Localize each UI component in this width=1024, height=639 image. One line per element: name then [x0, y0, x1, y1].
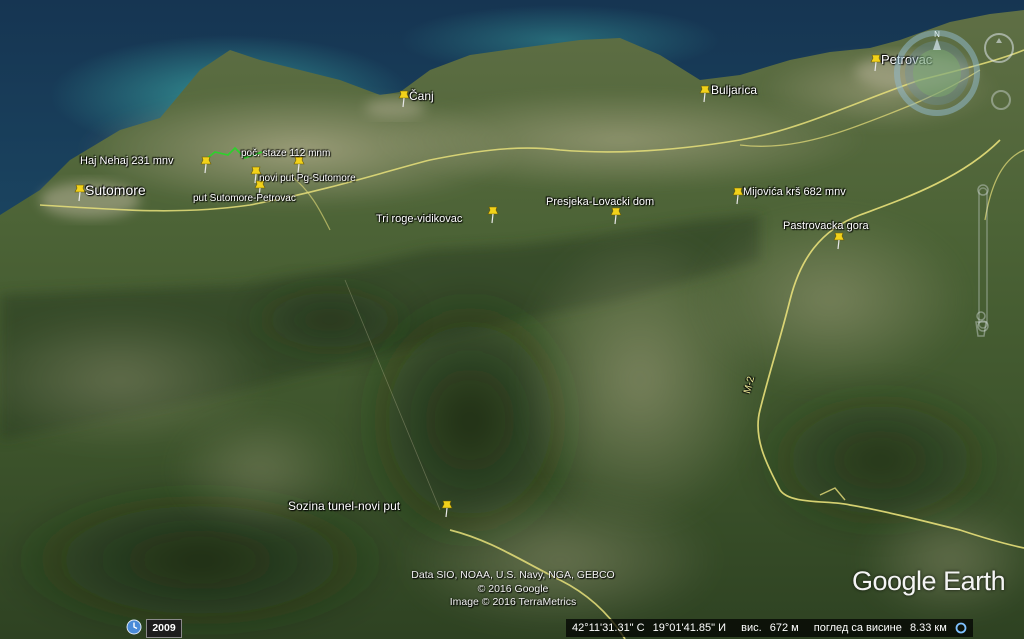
yellow-pushpin-icon[interactable]	[609, 207, 623, 225]
yellow-pushpin-icon[interactable]	[832, 232, 846, 250]
google-earth-logo: Google Earth	[852, 566, 1006, 596]
imagery-year[interactable]: 2009	[146, 619, 182, 638]
placemark-label-mijovica[interactable]: Mijovića krš 682 mnv	[743, 186, 846, 198]
elevation-label: вис.	[741, 622, 762, 634]
satellite-terrain	[0, 0, 1024, 639]
placemark-label-pastrovacka[interactable]: Pastrovacka gora	[783, 220, 869, 232]
eye-altitude-label: поглед са висине	[813, 622, 902, 634]
longitude-value: 19°01'41.85" И	[652, 622, 727, 634]
placemark-label-tri-roge[interactable]: Tri roge-vidikovac	[376, 213, 462, 225]
map-viewport[interactable]: Sutomore Haj Nehaj 231 mnv poč. staze 11…	[0, 0, 1024, 639]
street-view-pegman-icon[interactable]	[966, 310, 996, 340]
status-readout: 42°11'31.31" С 19°01'41.85" И вис. 672 м…	[566, 619, 973, 637]
imagery-credits: Data SIO, NOAA, U.S. Navy, NGA, GEBCO © …	[393, 569, 633, 610]
yellow-pushpin-icon[interactable]	[698, 85, 712, 103]
placemark-label-buljarica[interactable]: Buljarica	[711, 83, 757, 97]
yellow-pushpin-icon[interactable]	[199, 156, 213, 174]
clock-icon[interactable]	[126, 619, 142, 635]
placemark-label-poc-staze[interactable]: poč. staze 112 mnm	[241, 148, 330, 159]
placemark-label-canj[interactable]: Čanj	[409, 89, 434, 103]
placemark-label-presjeka[interactable]: Presjeka-Lovacki dom	[546, 196, 654, 208]
placemark-label-sozina[interactable]: Sozina tunel-novi put	[288, 499, 400, 513]
placemark-label-novi-put[interactable]: novi put Pg-Sutomore	[259, 173, 356, 184]
credit-line: Image © 2016 TerraMetrics	[449, 596, 577, 608]
eye-altitude-value: 8.33 км	[909, 622, 947, 634]
credit-line: © 2016 Google	[477, 582, 549, 595]
streaming-ring-icon	[955, 622, 967, 634]
placemark-label-haj-nehaj[interactable]: Haj Nehaj 231 mnv	[80, 155, 174, 167]
look-joystick-icon[interactable]	[963, 10, 1019, 110]
placemark-label-put-sutomore[interactable]: put Sutomore-Petrovac	[193, 193, 296, 204]
credit-line: Data SIO, NOAA, U.S. Navy, NGA, GEBCO	[411, 569, 615, 581]
yellow-pushpin-icon[interactable]	[440, 500, 454, 518]
yellow-pushpin-icon[interactable]	[486, 206, 500, 224]
placemark-label-sutomore[interactable]: Sutomore	[85, 182, 146, 198]
latitude-value: 42°11'31.31" С	[572, 622, 645, 634]
compass-north-label: N	[934, 30, 940, 39]
elevation-value: 672 м	[769, 622, 799, 634]
